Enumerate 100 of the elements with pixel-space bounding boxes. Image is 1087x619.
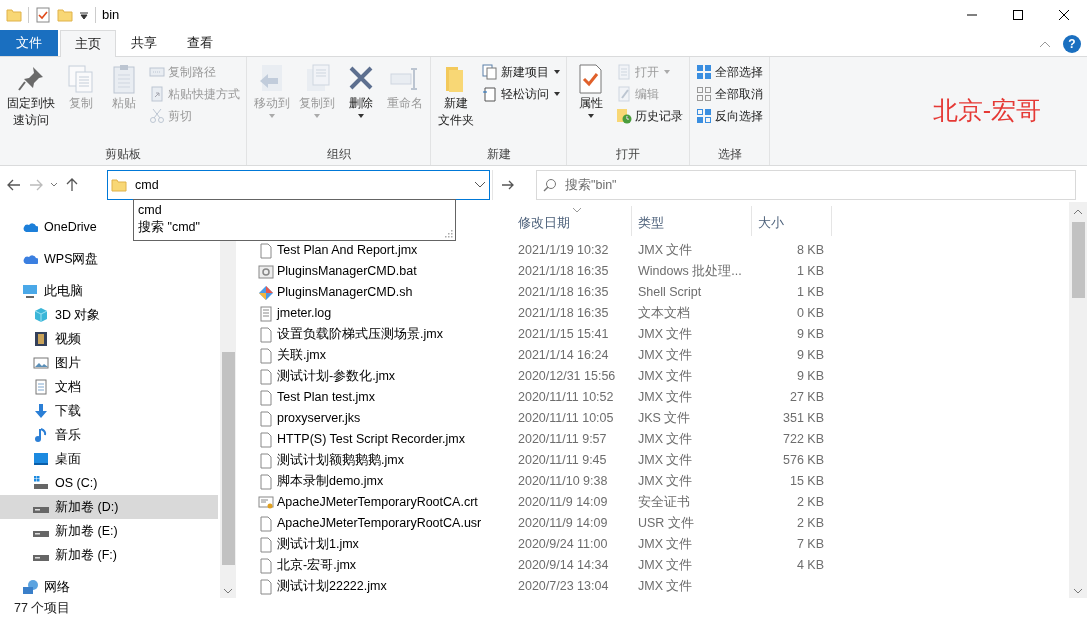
path-icon [149, 64, 165, 80]
chevron-down-icon[interactable] [50, 181, 58, 189]
file-name[interactable]: ApacheJMeterTemporaryRootCA.crt [252, 492, 512, 513]
file-name[interactable]: HTTP(S) Test Script Recorder.jmx [252, 429, 512, 450]
file-name[interactable]: 测试计划22222.jmx [252, 576, 512, 597]
type-cell-text: JMX 文件 [637, 431, 694, 448]
chevron-down-icon[interactable] [222, 586, 234, 596]
suggestion-item[interactable]: cmd [138, 202, 451, 219]
nav-item[interactable]: 文档 [0, 375, 218, 399]
chevron-down-icon[interactable] [474, 181, 486, 189]
nav-item[interactable]: 新加卷 (F:) [0, 543, 218, 567]
nav-item[interactable]: WPS网盘 [0, 247, 218, 271]
caret-icon [314, 114, 320, 118]
file-menu-tab[interactable]: 文件 [0, 30, 58, 56]
file-icon [258, 452, 274, 469]
column-header[interactable]: 修改日期 [512, 206, 632, 236]
nav-item[interactable]: 3D 对象 [0, 303, 218, 327]
nav-item[interactable]: 视频 [0, 327, 218, 351]
back-arrow-icon[interactable] [6, 177, 22, 193]
nav-item[interactable]: 图片 [0, 351, 218, 375]
down-arrow-icon [33, 403, 49, 419]
search-box[interactable]: 搜索"bin" [536, 170, 1076, 200]
size-cell-text: 9 KB [795, 326, 824, 343]
ribbon-button[interactable]: 轻松访问 [480, 83, 562, 105]
file-name[interactable]: 测试计划额鹅鹅鹅.jmx [252, 450, 512, 471]
file-name[interactable]: proxyserver.jks [252, 408, 512, 429]
resize-grip-icon[interactable] [445, 230, 453, 238]
ribbon-button[interactable]: 反向选择 [694, 105, 765, 127]
ribbon-tab[interactable]: 查看 [172, 30, 228, 56]
file-name[interactable]: jmeter.log [252, 303, 512, 324]
group-label: 新建 [485, 146, 512, 163]
checkmark-document-icon[interactable] [35, 7, 51, 23]
type-cell-text: Shell Script [637, 284, 703, 301]
file-name[interactable]: 测试计划-参数化.jmx [252, 366, 512, 387]
search-field[interactable]: 搜索"bin" [563, 174, 1069, 196]
type-cell-text: JMX 文件 [637, 473, 694, 490]
caret-icon [269, 114, 275, 118]
scrollbar-thumb[interactable] [221, 352, 235, 565]
nav-item[interactable]: 此电脑 [0, 279, 218, 303]
ribbon-button[interactable]: 历史记录 [614, 105, 685, 127]
ribbon-tab[interactable]: 主页 [60, 30, 116, 57]
ribbon-button[interactable]: 删除 [341, 61, 381, 122]
type-cell-text: 文本文档 [637, 305, 691, 322]
ribbon-button[interactable]: 全部取消 [694, 83, 765, 105]
column-header[interactable]: 类型 [632, 206, 752, 236]
clock-icon [616, 108, 632, 124]
file-name[interactable]: 脚本录制demo.jmx [252, 471, 512, 492]
date-cell-text: 2020/11/10 9:38 [517, 473, 609, 490]
file-name[interactable]: 关联.jmx [252, 345, 512, 366]
dropdown-icon[interactable] [79, 10, 89, 20]
date-cell-text: 2020/12/31 15:56 [517, 368, 617, 385]
address-field[interactable]: cmd [133, 174, 468, 196]
date-cell-text: 2020/11/11 10:05 [517, 410, 615, 427]
nav-item[interactable]: 音乐 [0, 423, 218, 447]
ribbon-tab[interactable]: 共享 [116, 30, 172, 56]
nav-item[interactable]: OS (C:) [0, 471, 218, 495]
file-name[interactable]: 北京-宏哥.jmx [252, 555, 512, 576]
nav-item[interactable]: 桌面 [0, 447, 218, 471]
size-cell-text: 722 KB [782, 431, 824, 448]
file-name[interactable]: ApacheJMeterTemporaryRootCA.usr [252, 513, 512, 534]
grid-outline-icon [696, 86, 712, 102]
nav-item[interactable]: 新加卷 (D:) [0, 495, 218, 519]
file-name[interactable]: Test Plan And Report.jmx [252, 240, 512, 261]
film-icon [33, 331, 49, 347]
drive-icon [33, 475, 49, 491]
scissors-icon [149, 108, 165, 124]
group-label: 选择 [716, 146, 743, 163]
nav-item[interactable]: 网络 [0, 575, 218, 599]
date-cell-text: 2020/11/11 10:52 [517, 389, 615, 406]
file-name[interactable]: PluginsManagerCMD.bat [252, 261, 512, 282]
ribbon-button[interactable]: 属性 [571, 61, 611, 122]
file-name[interactable]: Test Plan test.jmx [252, 387, 512, 408]
nav-item[interactable]: 下载 [0, 399, 218, 423]
date-cell-text: 2021/1/14 16:24 [517, 347, 610, 364]
folder-icon [6, 7, 22, 23]
close-icon [1057, 9, 1071, 21]
scrollbar[interactable] [1069, 202, 1087, 598]
help-button[interactable]: ? [1063, 35, 1081, 53]
file-name[interactable]: 设置负载阶梯式压测场景.jmx [252, 324, 512, 345]
file-name[interactable]: 测试计划1.jmx [252, 534, 512, 555]
size-cell-text: 4 KB [795, 557, 824, 574]
column-header[interactable]: 大小 [752, 206, 832, 236]
chevron-down-icon[interactable] [1072, 586, 1084, 596]
ribbon-button[interactable]: 新建项目 [480, 61, 562, 83]
file-name[interactable]: PluginsManagerCMD.sh [252, 282, 512, 303]
ribbon-button[interactable]: 新建 文件夹 [435, 61, 477, 131]
gear-file-icon [258, 263, 274, 280]
date-cell-text: 2021/1/19 10:32 [517, 242, 610, 259]
size-cell-text: 2 KB [795, 515, 824, 532]
size-cell-text: 15 KB [788, 473, 824, 490]
up-arrow-icon[interactable] [64, 177, 80, 193]
ribbon-button[interactable]: 固定到快 速访问 [4, 61, 58, 131]
ribbon-button[interactable]: 全部选择 [694, 61, 765, 83]
collapse-icon[interactable] [1039, 40, 1051, 48]
size-cell-text: 2 KB [795, 494, 824, 511]
scrollbar-thumb[interactable] [1071, 222, 1085, 298]
type-cell-text: 安全证书 [637, 494, 691, 511]
suggestion-item[interactable]: 搜索 "cmd" [138, 219, 451, 236]
file-icon [258, 368, 274, 385]
nav-item[interactable]: 新加卷 (E:) [0, 519, 218, 543]
